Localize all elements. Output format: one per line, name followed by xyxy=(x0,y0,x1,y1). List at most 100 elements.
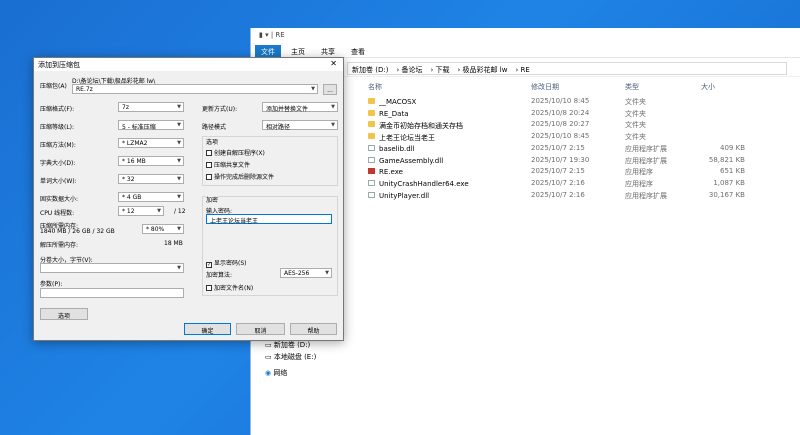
dialog-titlebar: 添加到压缩包 ✕ xyxy=(34,58,343,71)
cpu-combo[interactable]: * 12 ▼ xyxy=(118,206,164,216)
explorer-title: ▮ ▾ | RE xyxy=(259,31,285,39)
delete-checkbox[interactable]: 操作完成后删除源文件 xyxy=(206,172,274,181)
enc-method-label: 加密算法: xyxy=(206,272,233,279)
file-type: 文件夹 xyxy=(625,109,646,118)
level-label: 压缩等级(L): xyxy=(40,124,75,131)
column-header: 名称 修改日期 类型 大小 xyxy=(361,80,800,92)
breadcrumb-1[interactable]: 新加卷 (D:) xyxy=(352,66,388,74)
col-type[interactable]: 类型 xyxy=(625,82,639,92)
file-name: GameAssembly.dll xyxy=(368,156,443,165)
file-date: 2025/10/8 20:27 xyxy=(531,120,590,129)
password-input[interactable]: 上老王论坛当老王 xyxy=(206,214,332,225)
file-icon xyxy=(368,144,375,151)
file-row[interactable]: RE_Data 2025/10/8 20:24 文件夹 xyxy=(361,108,800,119)
file-icon xyxy=(368,191,375,198)
tab-share[interactable]: 共享 xyxy=(315,45,341,57)
enc-method-combo[interactable]: AES-256 ▼ xyxy=(280,268,332,278)
breadcrumb-3[interactable]: 下载 xyxy=(436,66,450,74)
file-date: 2025/10/7 2:16 xyxy=(531,190,585,199)
tab-file[interactable]: 文件 xyxy=(255,45,281,57)
nav-network[interactable]: ◉ 网络 xyxy=(265,368,287,378)
encrypt-names-checkbox[interactable]: 加密文件名(N) xyxy=(206,283,253,292)
options-button[interactable]: 选项 xyxy=(40,308,88,320)
folder-icon xyxy=(368,109,375,116)
dict-combo[interactable]: * 16 MB ▼ xyxy=(118,156,184,166)
archive-name-combo[interactable]: RE.7z ▼ xyxy=(72,84,318,94)
browse-button[interactable]: ... xyxy=(323,84,337,95)
options-group-label: 选项 xyxy=(206,137,219,146)
pathmode-combo[interactable]: 相对路径 ▼ xyxy=(262,120,338,131)
cpu-label: CPU 线程数: xyxy=(40,210,75,217)
word-combo[interactable]: * 32 ▼ xyxy=(118,174,184,184)
method-label: 压缩方法(M): xyxy=(40,142,76,149)
breadcrumb-2[interactable]: 备论坛 xyxy=(401,66,422,74)
file-icon xyxy=(368,168,375,175)
ok-button[interactable]: 确定 xyxy=(184,323,231,335)
file-date: 2025/10/7 2:15 xyxy=(531,143,585,152)
col-size[interactable]: 大小 xyxy=(701,82,715,92)
col-name[interactable]: 名称 xyxy=(368,82,382,92)
sfx-checkbox[interactable]: 创建自解压程序(X) xyxy=(206,148,265,157)
file-name: 满金币初始存档和通关存档 xyxy=(368,120,463,130)
level-combo[interactable]: 5 - 标准压缩 ▼ xyxy=(118,120,184,131)
file-size: 1,087 KB xyxy=(713,178,745,187)
pathmode-label: 路径模式 xyxy=(202,124,227,131)
ribbon: 文件 主页 共享 查看 xyxy=(251,44,800,58)
file-type: 应用程序 xyxy=(625,168,653,177)
file-row[interactable]: baselib.dll 2025/10/7 2:15 应用程序扩展 409 KB xyxy=(361,143,800,154)
file-row[interactable]: 上老王论坛当老王 2025/10/10 8:45 文件夹 xyxy=(361,131,800,142)
file-name: RE_Data xyxy=(368,109,409,118)
tab-home[interactable]: 主页 xyxy=(285,45,311,57)
file-type: 文件夹 xyxy=(625,133,646,142)
cpu-total: / 12 xyxy=(174,208,186,215)
file-date: 2025/10/7 2:16 xyxy=(531,178,585,187)
file-size: 651 KB xyxy=(720,167,745,176)
address-bar[interactable]: 新加卷 (D:) › 备论坛 › 下载 › 极品彩花邮 lw › RE xyxy=(347,62,787,75)
file-row[interactable]: __MACOSX 2025/10/10 8:45 文件夹 xyxy=(361,96,800,107)
file-row[interactable]: 满金币初始存档和通关存档 2025/10/8 20:27 文件夹 xyxy=(361,119,800,130)
file-date: 2025/10/7 19:30 xyxy=(531,155,590,164)
decomp-value: 18 MB xyxy=(164,240,183,247)
folder-icon xyxy=(368,98,375,104)
file-row[interactable]: UnityPlayer.dll 2025/10/7 2:16 应用程序扩展 30,16… xyxy=(361,190,800,201)
col-date[interactable]: 修改日期 xyxy=(531,82,559,92)
file-name: baselib.dll xyxy=(368,144,415,153)
file-name: __MACOSX xyxy=(368,97,416,106)
nav-drive-d[interactable]: ▭ 新加卷 (D:) xyxy=(265,340,310,350)
mem-combo[interactable]: * 80% ▼ xyxy=(142,224,184,234)
split-combo[interactable]: ▼ xyxy=(40,263,184,273)
file-name: RE.exe xyxy=(368,167,403,176)
file-name: 上老王论坛当老王 xyxy=(368,132,435,142)
solid-label: 固实数据大小: xyxy=(40,196,79,203)
method-combo[interactable]: * LZMA2 ▼ xyxy=(118,138,184,148)
file-row[interactable]: RE.exe 2025/10/7 2:15 应用程序 651 KB xyxy=(361,166,800,177)
params-input[interactable] xyxy=(40,288,184,298)
breadcrumb-4[interactable]: 极品彩花邮 lw xyxy=(463,66,508,74)
file-type: 文件夹 xyxy=(625,121,646,130)
update-combo[interactable]: 添加并替换文件 ▼ xyxy=(262,102,338,113)
solid-combo[interactable]: * 4 GB ▼ xyxy=(118,192,184,202)
tab-view[interactable]: 查看 xyxy=(345,45,371,57)
file-row[interactable]: GameAssembly.dll 2025/10/7 19:30 应用程序扩展 58,… xyxy=(361,155,800,166)
format-label: 压缩格式(F): xyxy=(40,106,75,113)
nav-drive-e[interactable]: ▭ 本地磁盘 (E:) xyxy=(265,352,316,362)
file-row[interactable]: UnityCrashHandler64.exe 2025/10/7 2:16 应用程… xyxy=(361,178,800,189)
add-archive-dialog: 添加到压缩包 ✕ 压缩包(A) D:\备论坛\下载\极品彩花邮 lw\ RE.7… xyxy=(33,57,344,341)
help-button[interactable]: 帮助 xyxy=(290,323,337,335)
breadcrumb-5[interactable]: RE xyxy=(520,66,529,74)
file-icon xyxy=(368,156,375,163)
file-date: 2025/10/8 20:24 xyxy=(531,108,590,117)
shared-checkbox[interactable]: 压缩共享文件 xyxy=(206,160,250,169)
file-name: UnityPlayer.dll xyxy=(368,191,429,200)
cancel-button[interactable]: 取消 xyxy=(236,323,285,335)
close-icon[interactable]: ✕ xyxy=(330,59,337,68)
file-icon xyxy=(368,179,375,186)
file-date: 2025/10/10 8:45 xyxy=(531,97,590,105)
folder-icon xyxy=(368,133,375,140)
file-size: 30,167 KB xyxy=(708,190,745,199)
word-label: 单词大小(W): xyxy=(40,178,77,185)
show-password-checkbox[interactable]: ✓ 显示密码(S) xyxy=(206,258,247,268)
format-combo[interactable]: 7z ▼ xyxy=(118,102,184,112)
file-size: 409 KB xyxy=(720,143,745,152)
file-type: 文件夹 xyxy=(625,98,646,106)
